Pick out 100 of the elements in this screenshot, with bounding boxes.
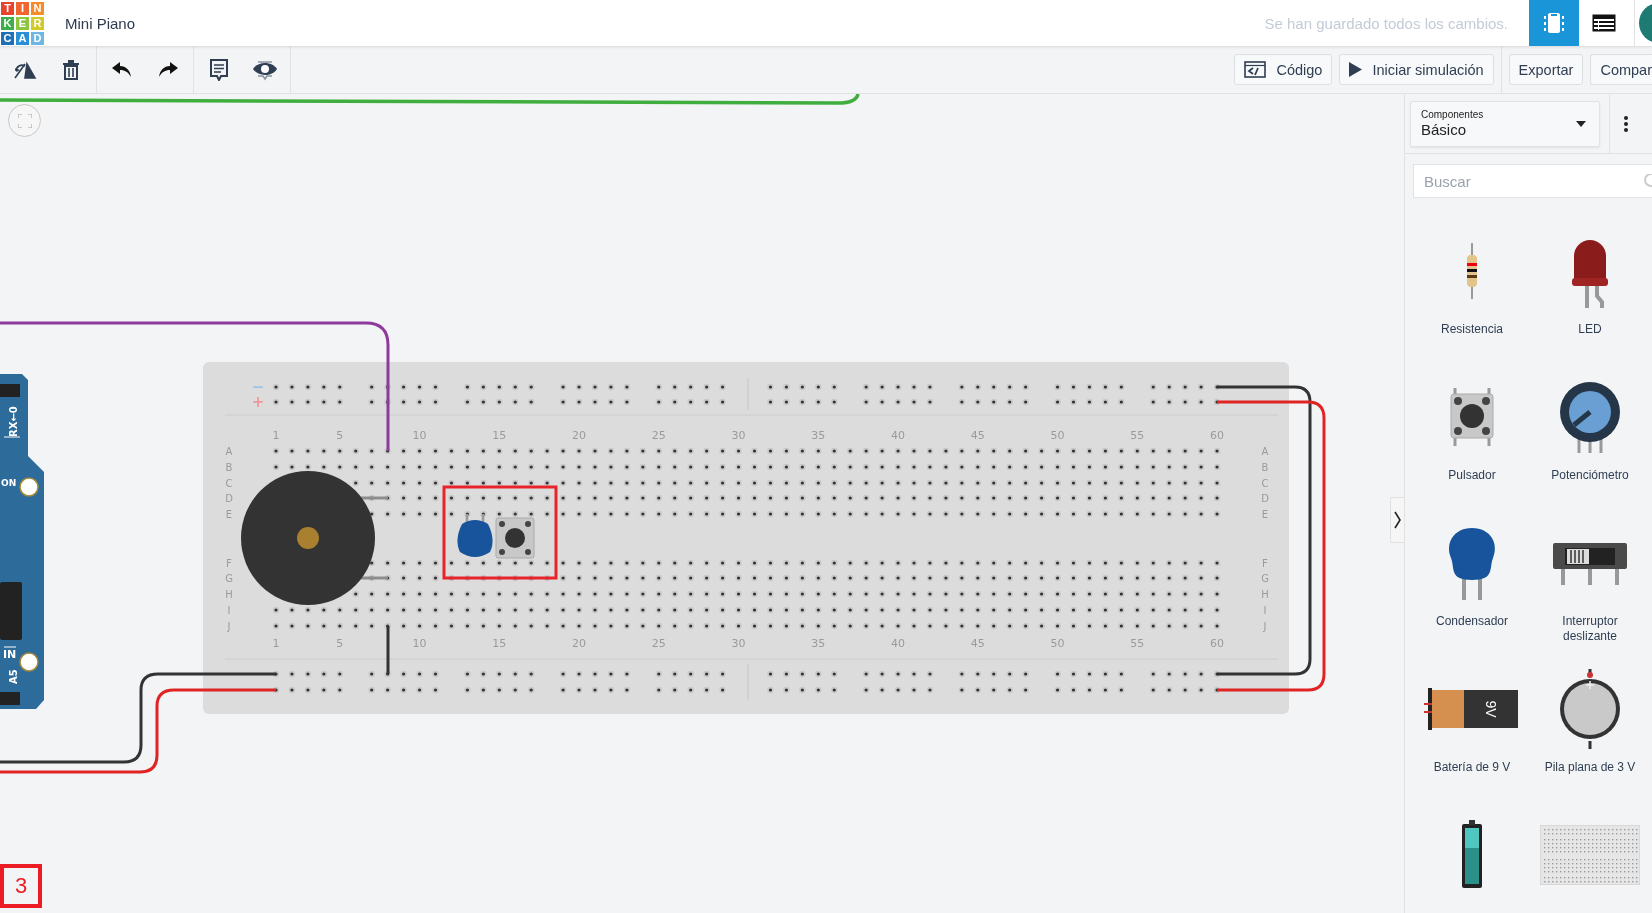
category-dropdown[interactable]: Componentes Básico: [1410, 100, 1600, 147]
rotate-icon: [13, 60, 37, 79]
row-letter: J: [1263, 621, 1267, 632]
row-letter: B: [1261, 462, 1269, 473]
potentiometer-icon[interactable]: [1559, 381, 1621, 453]
row-letter: G: [225, 573, 233, 584]
note-icon: [209, 58, 229, 81]
column-number: 25: [651, 429, 666, 442]
chevron-icon: [1394, 511, 1401, 529]
column-number: 15: [492, 429, 507, 442]
column-number: 40: [891, 429, 906, 442]
column-number: 10: [412, 429, 427, 442]
column-number: 45: [970, 637, 985, 650]
column-number: 35: [811, 637, 826, 650]
wire[interactable]: [0, 688, 276, 774]
breadboard[interactable]: [203, 362, 1289, 714]
column-number: 50: [1050, 429, 1065, 442]
logo-letter: N: [30, 0, 45, 16]
share-button[interactable]: Compar: [1590, 54, 1652, 85]
column-number: 1: [272, 637, 280, 650]
code-button[interactable]: Código: [1234, 54, 1333, 85]
search-field[interactable]: Buscar: [1422, 171, 1643, 191]
row-letter: G: [1261, 573, 1269, 584]
project-title[interactable]: Mini Piano: [65, 14, 136, 32]
collapse-panel-button[interactable]: [1390, 497, 1404, 543]
column-number: 1: [272, 429, 280, 442]
row-letter: H: [225, 589, 233, 600]
column-number: 20: [572, 637, 587, 650]
more-icon[interactable]: [1624, 115, 1628, 132]
aa-battery-icon[interactable]: [1459, 820, 1485, 890]
search-icon: [1643, 174, 1652, 188]
undo-icon: [112, 61, 132, 78]
board-label: ON: [1, 478, 17, 488]
row-letter: D: [225, 493, 233, 504]
trash-icon: [63, 59, 79, 80]
code-icon: [1244, 61, 1267, 78]
row-letter: J: [227, 621, 231, 632]
buzzer-drawing[interactable]: [241, 471, 390, 605]
wire[interactable]: [0, 672, 276, 764]
start-simulation-button[interactable]: Iniciar simulación: [1339, 54, 1494, 85]
component-label: Resistencia: [1440, 322, 1504, 337]
search-box[interactable]: Buscar: [1413, 164, 1652, 198]
pushbutton-icon[interactable]: [1449, 388, 1495, 446]
column-number: 35: [811, 429, 826, 442]
row-letter: C: [1261, 478, 1269, 489]
redo-icon: [158, 61, 178, 78]
save-status: Se han guardado todos los cambios.: [1264, 14, 1508, 32]
column-number: 55: [1130, 637, 1145, 650]
arduino-board-drawing[interactable]: RX←0 ON IN A5: [0, 374, 44, 709]
pushbutton-drawing[interactable]: [495, 517, 535, 559]
battery-marking: 9V: [1483, 700, 1499, 718]
row-letter: D: [1261, 493, 1269, 504]
board-label: RX←0: [8, 406, 19, 437]
avatar[interactable]: [1634, 0, 1652, 46]
row-letter: H: [1261, 589, 1269, 600]
column-number: 60: [1210, 429, 1225, 442]
coin-battery-icon[interactable]: [1559, 669, 1621, 749]
row-letter: A: [1261, 446, 1269, 457]
export-button[interactable]: Exportar: [1508, 54, 1584, 85]
component-label: Pulsador: [1447, 468, 1497, 483]
capacitor-drawing[interactable]: [457, 512, 493, 557]
dropdown-value: Básico: [1421, 121, 1468, 138]
column-number: 40: [891, 637, 906, 650]
column-number: 30: [731, 637, 746, 650]
dropdown-caption: Componentes: [1421, 109, 1484, 120]
column-number: 45: [970, 429, 985, 442]
row-letter: A: [225, 446, 233, 457]
column-number: 5: [336, 637, 344, 650]
column-number: 30: [731, 429, 746, 442]
row-letter: F: [226, 558, 232, 569]
component-label: Potenciómetro: [1550, 468, 1630, 483]
caret-icon: [1576, 120, 1586, 127]
column-number: 55: [1130, 429, 1145, 442]
component-label: Interruptor deslizante: [1561, 614, 1619, 644]
row-letter: E: [225, 509, 233, 520]
rail-sign: −: [251, 378, 265, 396]
slide-switch-icon[interactable]: [1553, 541, 1627, 585]
column-number: 5: [336, 429, 344, 442]
component-label: LED: [1577, 322, 1603, 337]
circuit-view-icon: [1544, 11, 1564, 35]
column-number: 15: [492, 637, 507, 650]
fullscreen-icon: [17, 113, 32, 128]
resistor-icon[interactable]: [1465, 243, 1479, 299]
component-label: Batería de 9 V: [1432, 760, 1512, 775]
board-label: IN: [3, 648, 17, 661]
column-number: 10: [412, 637, 427, 650]
play-icon: [1349, 62, 1363, 77]
view-button[interactable]: [1579, 0, 1629, 46]
rail-sign: +: [251, 393, 265, 411]
step-number: 3: [0, 864, 42, 908]
row-letter: F: [1262, 558, 1268, 569]
column-number: 50: [1050, 637, 1065, 650]
eye-icon: [252, 58, 278, 81]
column-number: 25: [651, 637, 666, 650]
logo-letter: T: [0, 0, 15, 16]
column-number: 60: [1210, 637, 1225, 650]
logo[interactable]: T I N K E R C A D: [0, 0, 45, 46]
column-number: 20: [572, 429, 587, 442]
board-label: A5: [8, 669, 19, 684]
component-label: Pila plana de 3 V: [1543, 760, 1637, 775]
